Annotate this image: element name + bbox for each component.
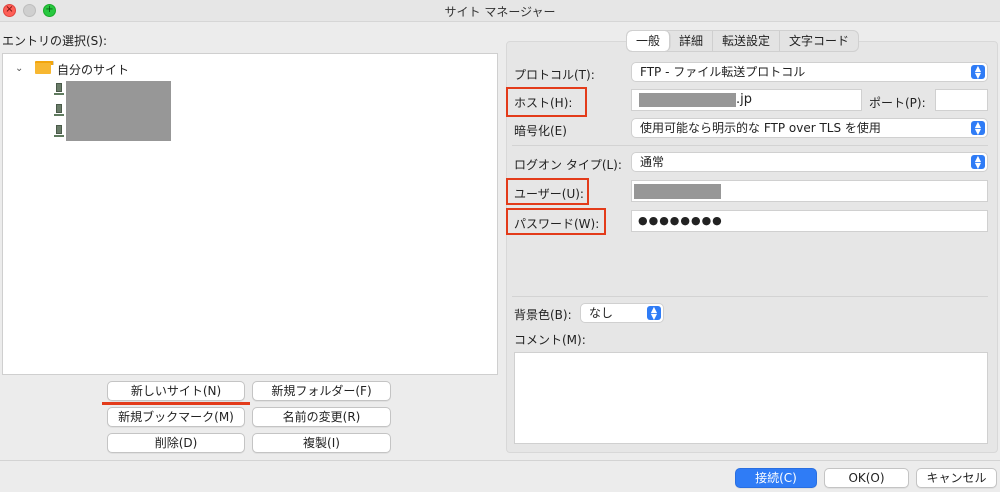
logon-type-value: 通常 (640, 155, 665, 169)
new-folder-button[interactable]: 新規フォルダー(F) (252, 381, 391, 401)
window-title: サイト マネージャー (444, 5, 556, 19)
redacted-host (639, 93, 736, 107)
port-label: ポート(P): (869, 96, 926, 110)
encryption-select[interactable]: 使用可能なら明示的な FTP over TLS を使用 ▲ ▼ (631, 118, 988, 138)
entries-label: エントリの選択(S): (2, 34, 108, 48)
updown-arrows-icon: ▲ ▼ (971, 121, 985, 136)
new-site-button[interactable]: 新しいサイト(N) (107, 381, 245, 401)
folder-icon (35, 61, 54, 74)
tab-advanced[interactable]: 詳細 (670, 31, 714, 51)
encryption-label: 暗号化(E) (514, 124, 567, 138)
connect-button[interactable]: 接続(C) (735, 468, 817, 488)
rename-button[interactable]: 名前の変更(R) (252, 407, 391, 427)
footer-divider (0, 460, 1000, 461)
chevron-down-icon[interactable]: ⌄ (15, 63, 23, 74)
password-input[interactable]: ●●●●●●●● (631, 210, 988, 232)
host-input[interactable]: .jp (631, 89, 862, 111)
user-label: ユーザー(U): (514, 187, 584, 201)
tree-root-my-sites[interactable]: 自分のサイト (57, 61, 129, 78)
redacted-site-name (66, 81, 171, 113)
window-titlebar: × + サイト マネージャー (0, 0, 1000, 22)
logon-type-select[interactable]: 通常 ▲ ▼ (631, 152, 988, 172)
delete-button[interactable]: 削除(D) (107, 433, 245, 453)
tab-charset[interactable]: 文字コード (780, 31, 858, 51)
cancel-button[interactable]: キャンセル (916, 468, 997, 488)
updown-arrows-icon: ▲ ▼ (971, 65, 985, 80)
new-site-highlight-underline (102, 402, 250, 405)
password-label: パスワード(W): (514, 217, 600, 231)
updown-arrows-icon: ▲ ▼ (971, 155, 985, 170)
protocol-label: プロトコル(T): (514, 68, 595, 82)
logon-type-label: ログオン タイプ(L): (514, 158, 622, 172)
redacted-site-name (66, 113, 171, 141)
new-bookmark-button[interactable]: 新規ブックマーク(M) (107, 407, 245, 427)
user-input[interactable] (631, 180, 988, 202)
ok-button[interactable]: OK(O) (824, 468, 909, 488)
encryption-value: 使用可能なら明示的な FTP over TLS を使用 (640, 121, 881, 135)
divider (512, 145, 988, 146)
settings-tabs: 一般 詳細 転送設定 文字コード (626, 30, 860, 52)
comment-label: コメント(M): (514, 333, 586, 347)
tab-general[interactable]: 一般 (627, 31, 671, 51)
host-label: ホスト(H): (514, 96, 573, 110)
site-tree[interactable]: ⌄ 自分のサイト (2, 53, 498, 375)
server-icon (54, 125, 64, 139)
comment-textarea[interactable] (514, 352, 988, 444)
host-suffix: .jp (736, 92, 752, 107)
duplicate-button[interactable]: 複製(I) (252, 433, 391, 453)
divider (512, 296, 988, 297)
protocol-value: FTP - ファイル転送プロトコル (640, 65, 806, 79)
updown-arrows-icon: ▲ ▼ (647, 306, 661, 321)
server-icon (54, 104, 64, 118)
protocol-select[interactable]: FTP - ファイル転送プロトコル ▲ ▼ (631, 62, 988, 82)
port-input[interactable] (935, 89, 988, 111)
redacted-user (634, 184, 721, 199)
bgcolor-value: なし (589, 306, 614, 320)
tab-transfer-settings[interactable]: 転送設定 (713, 31, 781, 51)
bgcolor-select[interactable]: なし ▲ ▼ (580, 303, 664, 323)
bgcolor-label: 背景色(B): (514, 308, 572, 322)
server-icon (54, 83, 64, 97)
